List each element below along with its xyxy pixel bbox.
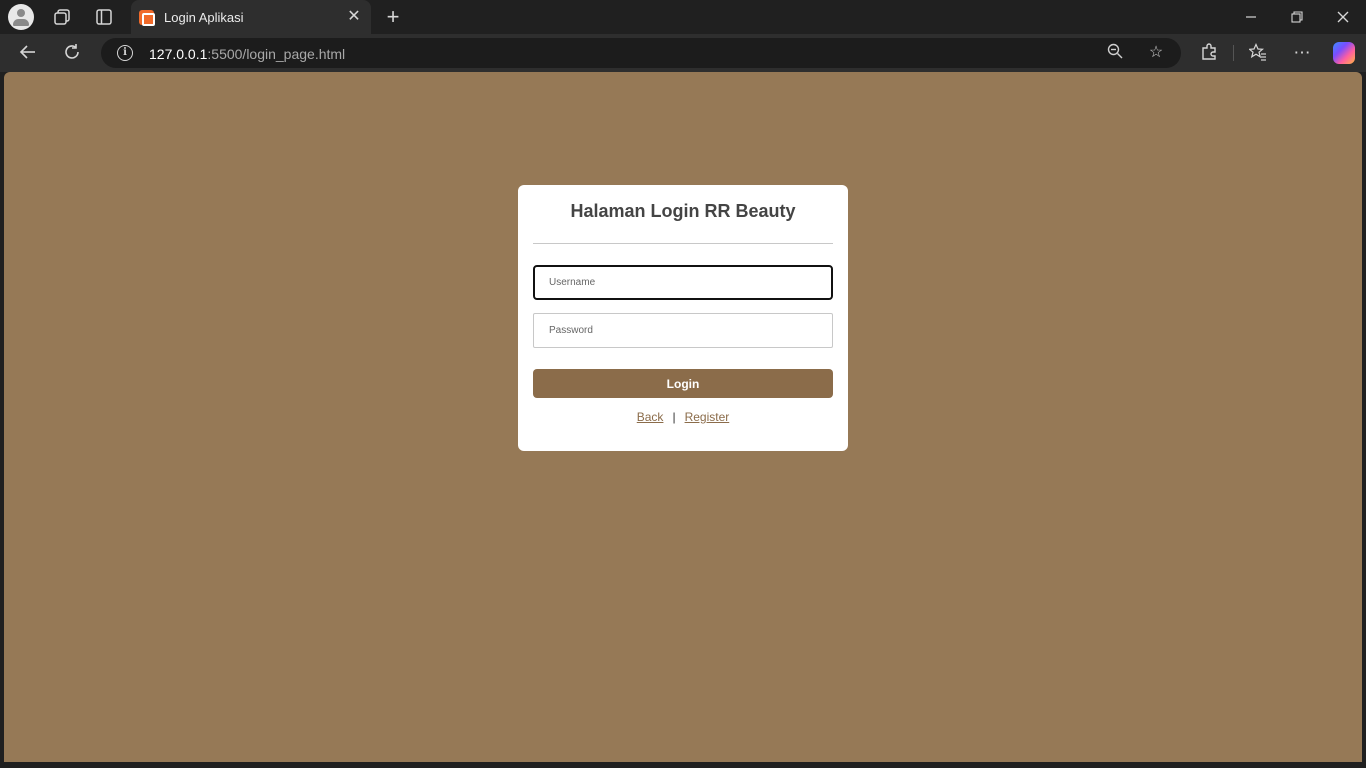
- more-icon[interactable]: ⋯: [1291, 43, 1313, 63]
- password-input[interactable]: [533, 313, 833, 348]
- login-title: Halaman Login RR Beauty: [570, 201, 796, 221]
- xampp-favicon-icon: [139, 10, 155, 26]
- url-host: 127.0.0.1: [149, 46, 208, 62]
- tab-bar: Login Aplikasi ✕ +: [0, 0, 1366, 34]
- restore-icon[interactable]: [1287, 7, 1307, 27]
- plus-icon[interactable]: +: [383, 6, 403, 28]
- close-icon[interactable]: [1333, 7, 1353, 27]
- tab-title: Login Aplikasi: [164, 10, 244, 25]
- workspaces-icon[interactable]: [52, 7, 72, 27]
- favorites-list-icon[interactable]: [1247, 43, 1269, 63]
- link-separator: |: [672, 410, 676, 424]
- star-icon[interactable]: ☆: [1146, 43, 1166, 63]
- minimize-icon[interactable]: [1241, 7, 1261, 27]
- window-bottom-edge: [0, 762, 1366, 768]
- refresh-icon[interactable]: [61, 43, 83, 63]
- toolbar-divider: [1233, 45, 1234, 61]
- close-icon[interactable]: ✕: [345, 8, 363, 26]
- login-card: Halaman Login RR Beauty Login Back | Regis…: [518, 185, 848, 451]
- info-icon[interactable]: i: [117, 45, 133, 61]
- page-viewport: Halaman Login RR Beauty Login Back | Regis…: [4, 72, 1362, 762]
- address-bar[interactable]: i 127.0.0.1:5500/login_page.html ☆: [101, 38, 1181, 68]
- title-divider: [533, 243, 833, 244]
- profile-avatar-icon[interactable]: [8, 4, 34, 30]
- active-tab[interactable]: Login Aplikasi ✕: [131, 0, 371, 34]
- browser-toolbar: i 127.0.0.1:5500/login_page.html ☆ ⋯: [0, 34, 1366, 72]
- url-text[interactable]: 127.0.0.1:5500/login_page.html: [149, 46, 345, 62]
- puzzle-icon[interactable]: [1198, 43, 1220, 63]
- tab-actions-icon[interactable]: [94, 7, 114, 27]
- register-link[interactable]: Register: [685, 410, 730, 424]
- zoom-out-icon[interactable]: [1105, 43, 1125, 63]
- username-input[interactable]: [533, 265, 833, 300]
- back-link[interactable]: Back: [637, 410, 664, 424]
- login-button[interactable]: Login: [533, 369, 833, 398]
- copilot-icon[interactable]: [1333, 42, 1355, 64]
- back-arrow-icon[interactable]: [17, 43, 39, 63]
- url-path: :5500/login_page.html: [207, 46, 346, 62]
- auth-links: Back | Register: [518, 410, 848, 424]
